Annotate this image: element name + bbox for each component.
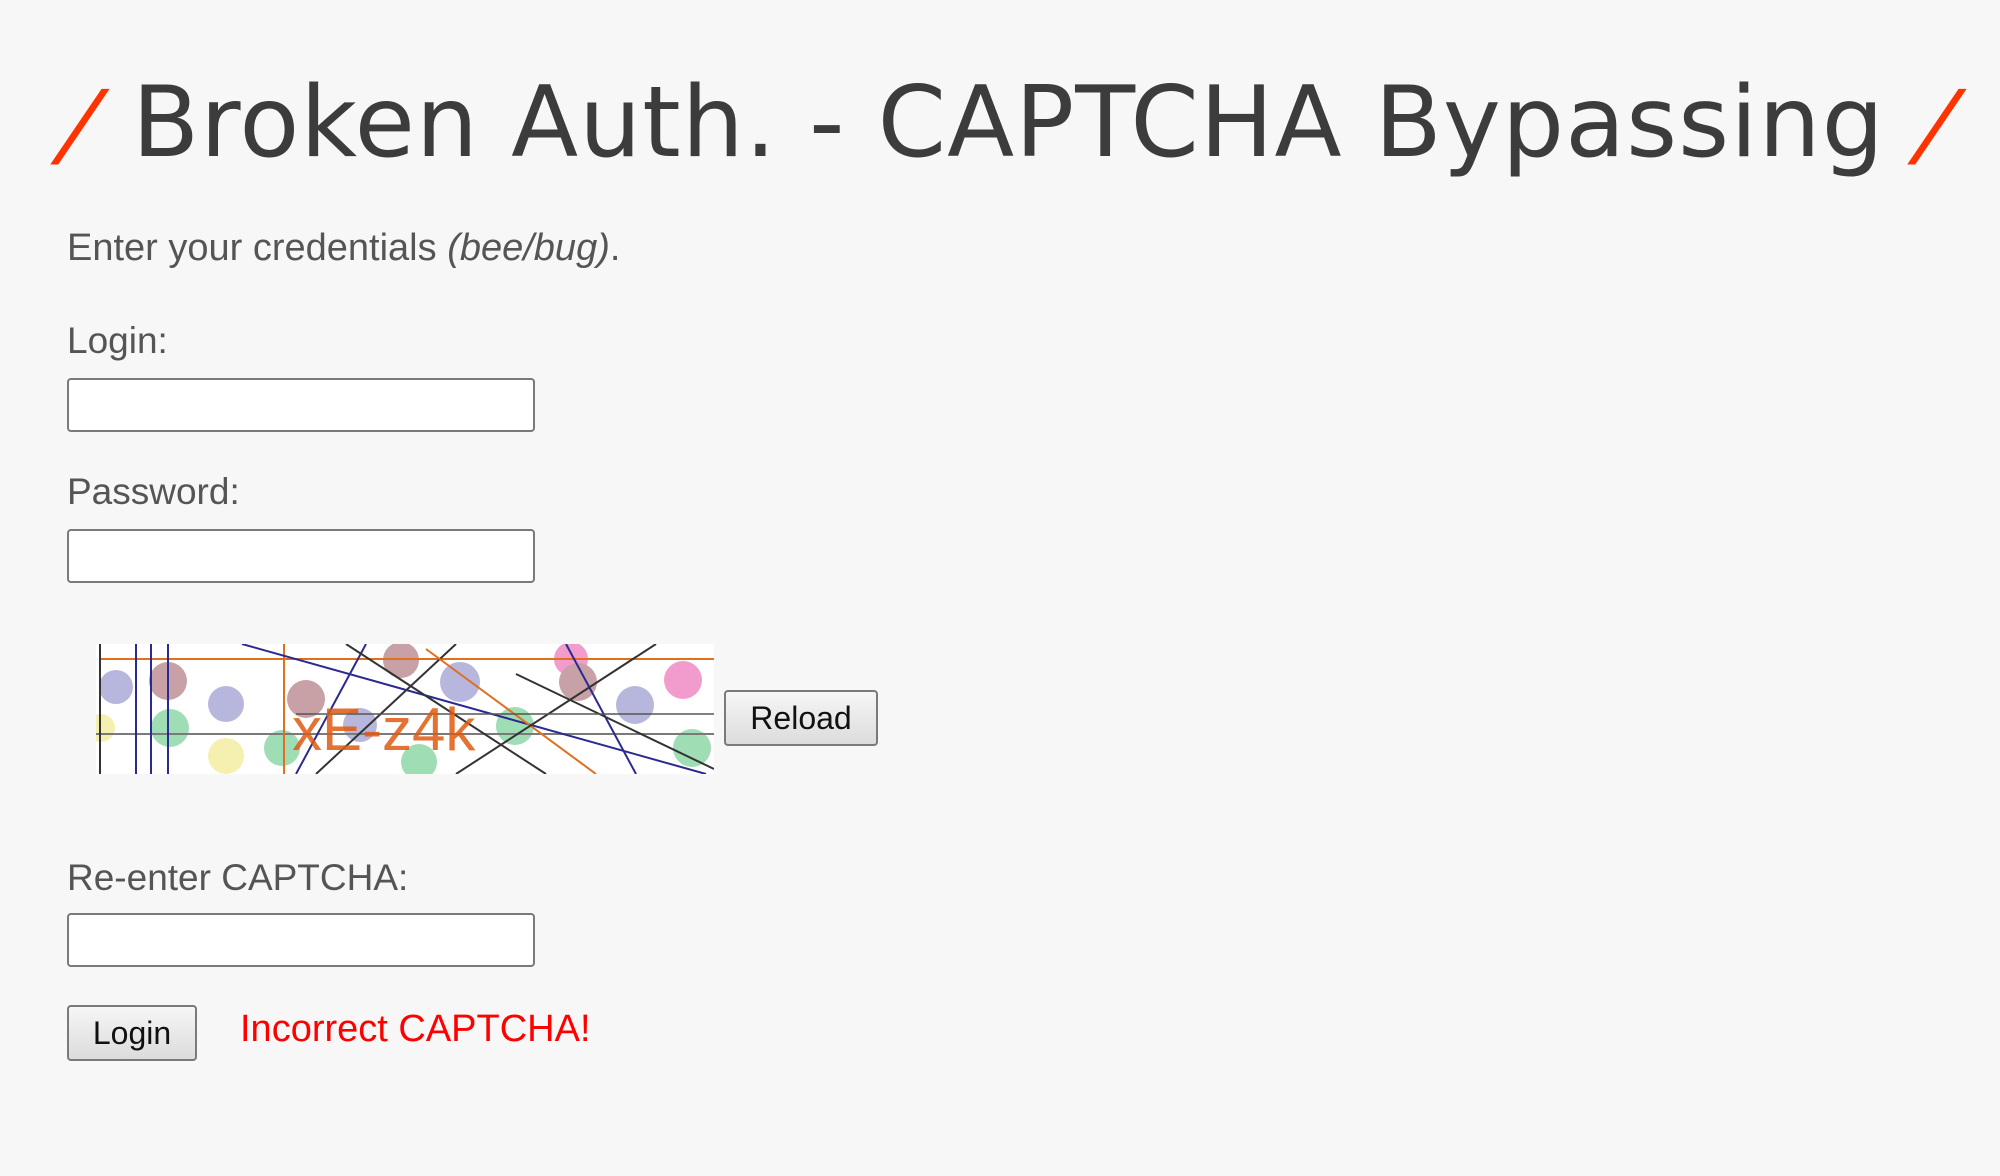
intro-text: Enter your credentials [67,227,448,269]
title-slash-left: / [54,71,106,178]
login-label: Login: [67,320,168,361]
captcha-error-message: Incorrect CAPTCHA! [240,1008,591,1050]
captcha-dot [208,738,244,774]
page-title-text: Broken Auth. - CAPTCHA Bypassing [132,66,1885,180]
password-input[interactable] [67,529,535,583]
captcha-dot [151,709,189,747]
intro-suffix: . [609,227,621,269]
captcha-text: xE-z4k [292,696,476,763]
captcha-reenter-label: Re-enter CAPTCHA: [67,857,409,898]
page: / Broken Auth. - CAPTCHA Bypassing / Enter… [0,0,2000,1176]
captcha-image: xE-z4k [96,644,714,774]
captcha-dot [96,714,115,742]
captcha-dot [383,644,419,678]
password-label: Password: [67,471,240,512]
captcha-dot [208,686,244,722]
reload-captcha-button[interactable]: Reload [724,690,878,746]
captcha-dot [664,661,702,699]
intro-hint: (bee/bug) [447,227,610,269]
login-submit-button[interactable]: Login [67,1005,197,1061]
title-slash-right: / [1911,71,1963,178]
page-title: / Broken Auth. - CAPTCHA Bypassing / [55,48,1963,198]
credentials-intro: Enter your credentials (bee/bug). [67,227,620,270]
login-input[interactable] [67,378,535,432]
captcha-input[interactable] [67,913,535,967]
captcha-dot [99,670,133,704]
captcha-dot [616,686,654,724]
